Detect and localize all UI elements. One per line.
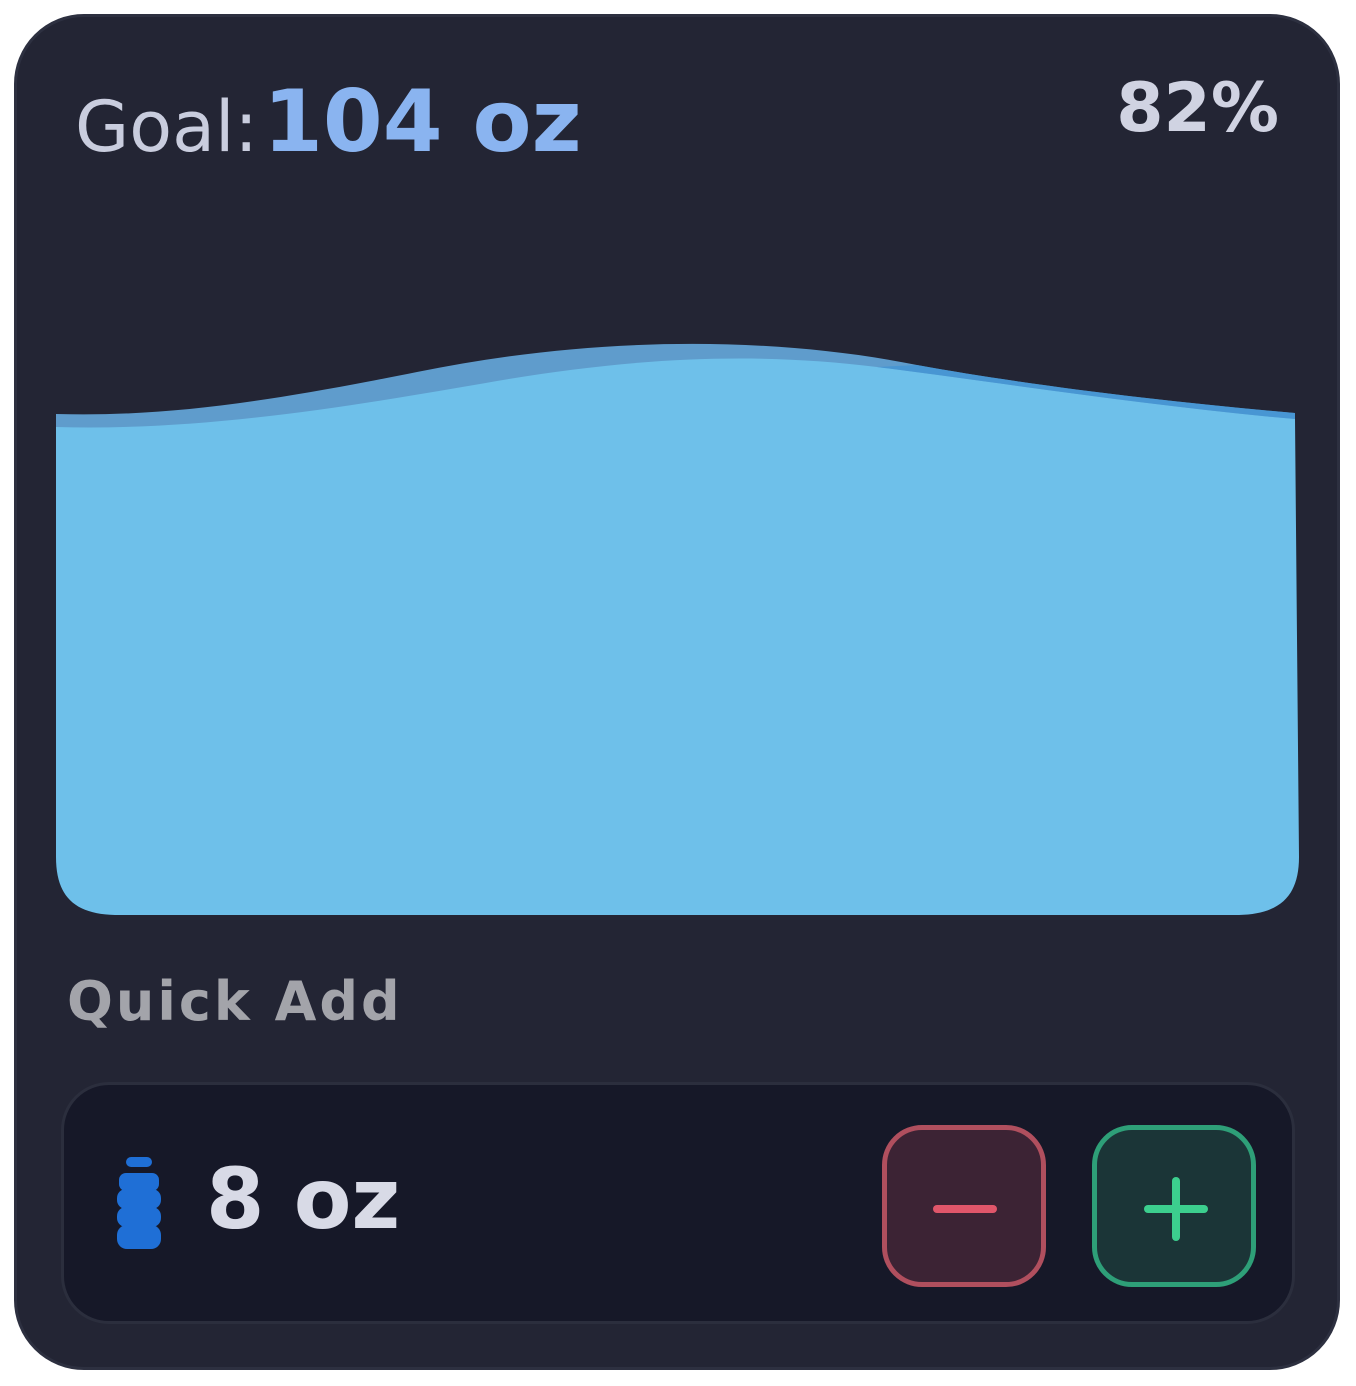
plus-icon	[1144, 1177, 1208, 1241]
water-wave-front	[56, 358, 1299, 915]
water-tracker-card: Goal: 104 oz 82% Quick Add 8 oz	[14, 14, 1340, 1370]
quick-add-amount: 8 oz	[206, 1150, 401, 1248]
quick-add-title: Quick Add	[67, 970, 403, 1033]
water-bottle-icon	[117, 1157, 161, 1249]
increase-button[interactable]	[1092, 1125, 1256, 1287]
minus-icon	[933, 1205, 997, 1213]
decrease-button[interactable]	[882, 1125, 1046, 1287]
quick-add-row: 8 oz	[61, 1082, 1295, 1324]
